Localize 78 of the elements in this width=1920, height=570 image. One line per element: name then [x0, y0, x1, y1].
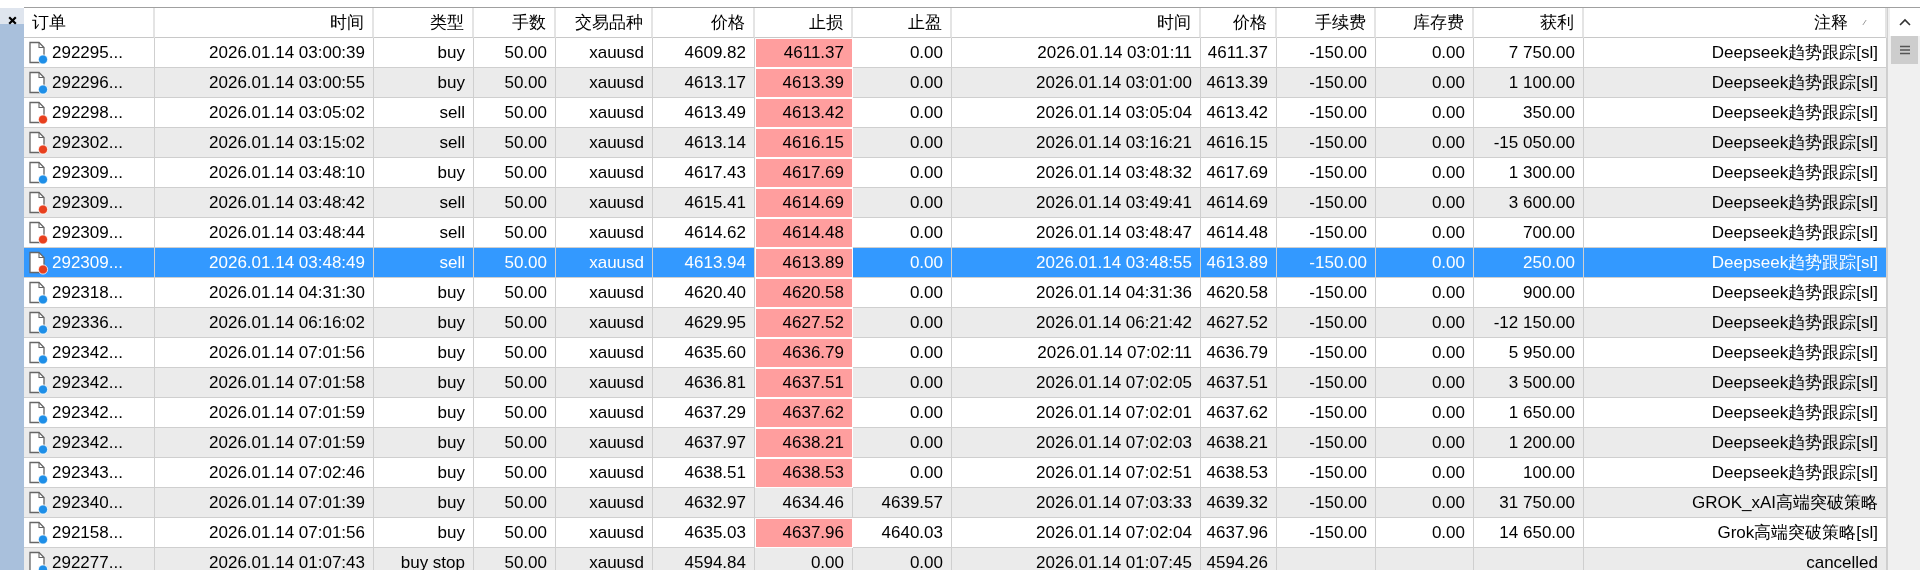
- order-number: 292302...: [52, 132, 123, 153]
- table-cell: 4627.52: [755, 308, 853, 338]
- order-number: 292309...: [52, 192, 123, 213]
- sort-icon: [1862, 19, 1867, 26]
- scrollbar-thumb[interactable]: [1891, 36, 1918, 64]
- column-header[interactable]: 止盈: [853, 8, 952, 38]
- table-cell: 4613.89: [755, 248, 853, 278]
- table-cell: 4636.79: [755, 338, 853, 368]
- table-cell: 4637.96: [755, 518, 853, 548]
- table-cell: 4594.26: [1201, 548, 1277, 570]
- table-row[interactable]: 292302... 2026.01.14 03:15:02 sell 50.00 xauusd 4613.14 4616.15 0.00 2026.01.14 03:16:21 4616.15 -150.00 0.00 -15 050.00 Deepseek趋势跟踪[sl]: [24, 128, 1887, 158]
- table-cell: 4620.58: [755, 278, 853, 308]
- order-number: 292343...: [52, 462, 123, 483]
- scroll-up-button[interactable]: [1889, 8, 1920, 36]
- column-header[interactable]: 订单: [24, 8, 155, 38]
- table-cell: xauusd: [556, 548, 653, 570]
- table-cell: 4638.21: [755, 428, 853, 458]
- column-header[interactable]: 时间: [155, 8, 374, 38]
- column-header[interactable]: 获利: [1474, 8, 1584, 38]
- order-number: 292277...: [52, 552, 123, 570]
- table-cell: 4613.39: [755, 68, 853, 98]
- column-header[interactable]: 类型: [374, 8, 474, 38]
- table-row[interactable]: 292298... 2026.01.14 03:05:02 sell 50.00 xauusd 4613.49 4613.42 0.00 2026.01.14 03:05:04 4613.42 -150.00 0.00 350.00 Deepseek趋势跟踪[sl]: [24, 98, 1887, 128]
- table-row[interactable]: 292309... 2026.01.14 03:48:10 buy 50.00 xauusd 4617.43 4617.69 0.00 2026.01.14 03:48:32 4617.69 -150.00 0.00 1 300.00 Deepseek趋势跟踪[sl]: [24, 158, 1887, 188]
- table-row[interactable]: 292296... 2026.01.14 03:00:55 buy 50.00 xauusd 4613.17 4613.39 0.00 2026.01.14 03:01:00 4613.39 -150.00 0.00 1 100.00 Deepseek趋势跟踪[sl]: [24, 68, 1887, 98]
- table-cell: 4637.51: [755, 368, 853, 398]
- order-number: 292309...: [52, 162, 123, 183]
- table-row[interactable]: 292295... 2026.01.14 03:00:39 buy 50.00 xauusd 4609.82 4611.37 0.00 2026.01.14 03:01:11 4611.37 -150.00 0.00 7 750.00 Deepseek趋势跟踪[sl]: [24, 38, 1887, 68]
- table-row[interactable]: 292342... 2026.01.14 07:01:59 buy 50.00 xauusd 4637.97 4638.21 0.00 2026.01.14 07:02:03 4638.21 -150.00 0.00 1 200.00 Deepseek趋势跟踪[sl]: [24, 428, 1887, 458]
- table-cell: 4614.48: [755, 218, 853, 248]
- table-row[interactable]: 292318... 2026.01.14 04:31:30 buy 50.00 xauusd 4620.40 4620.58 0.00 2026.01.14 04:31:36 4620.58 -150.00 0.00 900.00 Deepseek趋势跟踪[sl]: [24, 278, 1887, 308]
- table-row[interactable]: 292336... 2026.01.14 06:16:02 buy 50.00 xauusd 4629.95 4627.52 0.00 2026.01.14 06:21:42 4627.52 -150.00 0.00 -12 150.00 Deepseek趋势跟踪[sl]: [24, 308, 1887, 338]
- table-row[interactable]: 292309... 2026.01.14 03:48:42 sell 50.00 xauusd 4615.41 4614.69 0.00 2026.01.14 03:49:41 4614.69 -150.00 0.00 3 600.00 Deepseek趋势跟踪[sl]: [24, 188, 1887, 218]
- order-number: 292309...: [52, 222, 123, 243]
- table-cell: 4611.37: [755, 38, 853, 68]
- order-number: 292295...: [52, 42, 123, 63]
- table-cell: 4594.84: [653, 548, 755, 570]
- column-header[interactable]: 手续费: [1277, 8, 1376, 38]
- table-cell: 4614.69: [755, 188, 853, 218]
- order-number: 292342...: [52, 342, 123, 363]
- order-number: 292158...: [52, 522, 123, 543]
- close-icon[interactable]: [6, 15, 18, 26]
- order-number: 292340...: [52, 492, 123, 513]
- table-cell: 2026.01.14 01:07:43: [155, 548, 374, 570]
- order-number: 292296...: [52, 72, 123, 93]
- order-number: 292336...: [52, 312, 123, 333]
- table-cell: 2026.01.14 01:07:45: [952, 548, 1201, 570]
- order-number: 292309...: [52, 252, 123, 273]
- table-cell: 50.00: [474, 548, 556, 570]
- table-row[interactable]: 292158... 2026.01.14 07:01:56 buy 50.00 xauusd 4635.03 4637.96 4640.03 2026.01.14 07:02:04 4637.96 -150.00 0.00 14 650.00 Grok高端突破策略[sl]: [24, 518, 1887, 548]
- table-cell: 4616.15: [755, 128, 853, 158]
- column-header[interactable]: 手数: [474, 8, 556, 38]
- column-header[interactable]: 价格: [653, 8, 755, 38]
- table-cell: 4638.53: [755, 458, 853, 488]
- order-number: 292298...: [52, 102, 123, 123]
- table-cell: 0.00: [853, 548, 952, 570]
- table-cell: 4617.69: [755, 158, 853, 188]
- grip-icon: [1898, 45, 1911, 55]
- order-number: 292318...: [52, 282, 123, 303]
- table-cell: 4613.42: [755, 98, 853, 128]
- column-header[interactable]: 交易品种: [556, 8, 653, 38]
- table-row[interactable]: 292309... 2026.01.14 03:48:49 sell 50.00 xauusd 4613.94 4613.89 0.00 2026.01.14 03:48:55 4613.89 -150.00 0.00 250.00 Deepseek趋势跟踪[sl]: [24, 248, 1887, 278]
- table-cell: 0.00: [755, 548, 853, 570]
- order-number: 292342...: [52, 402, 123, 423]
- column-header[interactable]: 止损: [755, 8, 853, 38]
- table-cell: 4637.62: [755, 398, 853, 428]
- order-number: 292342...: [52, 432, 123, 453]
- column-header[interactable]: 时间: [952, 8, 1201, 38]
- table-row[interactable]: 292340... 2026.01.14 07:01:39 buy 50.00 xauusd 4632.97 4634.46 4639.57 2026.01.14 07:03:33 4639.32 -150.00 0.00 31 750.00 GROK_xAI高端突破策略: [24, 488, 1887, 518]
- table-row[interactable]: 292309... 2026.01.14 03:48:44 sell 50.00 xauusd 4614.62 4614.48 0.00 2026.01.14 03:48:47 4614.48 -150.00 0.00 700.00 Deepseek趋势跟踪[sl]: [24, 218, 1887, 248]
- order-number: 292342...: [52, 372, 123, 393]
- table-row[interactable]: 292342... 2026.01.14 07:01:58 buy 50.00 xauusd 4636.81 4637.51 0.00 2026.01.14 07:02:05 4637.51 -150.00 0.00 3 500.00 Deepseek趋势跟踪[sl]: [24, 368, 1887, 398]
- column-header[interactable]: 价格: [1201, 8, 1277, 38]
- column-header[interactable]: 库存费: [1376, 8, 1474, 38]
- table-row[interactable]: 292342... 2026.01.14 07:01:56 buy 50.00 xauusd 4635.60 4636.79 0.00 2026.01.14 07:02:11 4636.79 -150.00 0.00 5 950.00 Deepseek趋势跟踪[sl]: [24, 338, 1887, 368]
- column-header[interactable]: 注释: [1584, 8, 1887, 38]
- table-row[interactable]: 292343... 2026.01.14 07:02:46 buy 50.00 xauusd 4638.51 4638.53 0.00 2026.01.14 07:02:51 4638.53 -150.00 0.00 100.00 Deepseek趋势跟踪[sl]: [24, 458, 1887, 488]
- table-row[interactable]: 292342... 2026.01.14 07:01:59 buy 50.00 xauusd 4637.29 4637.62 0.00 2026.01.14 07:02:01 4637.62 -150.00 0.00 1 650.00 Deepseek趋势跟踪[sl]: [24, 398, 1887, 428]
